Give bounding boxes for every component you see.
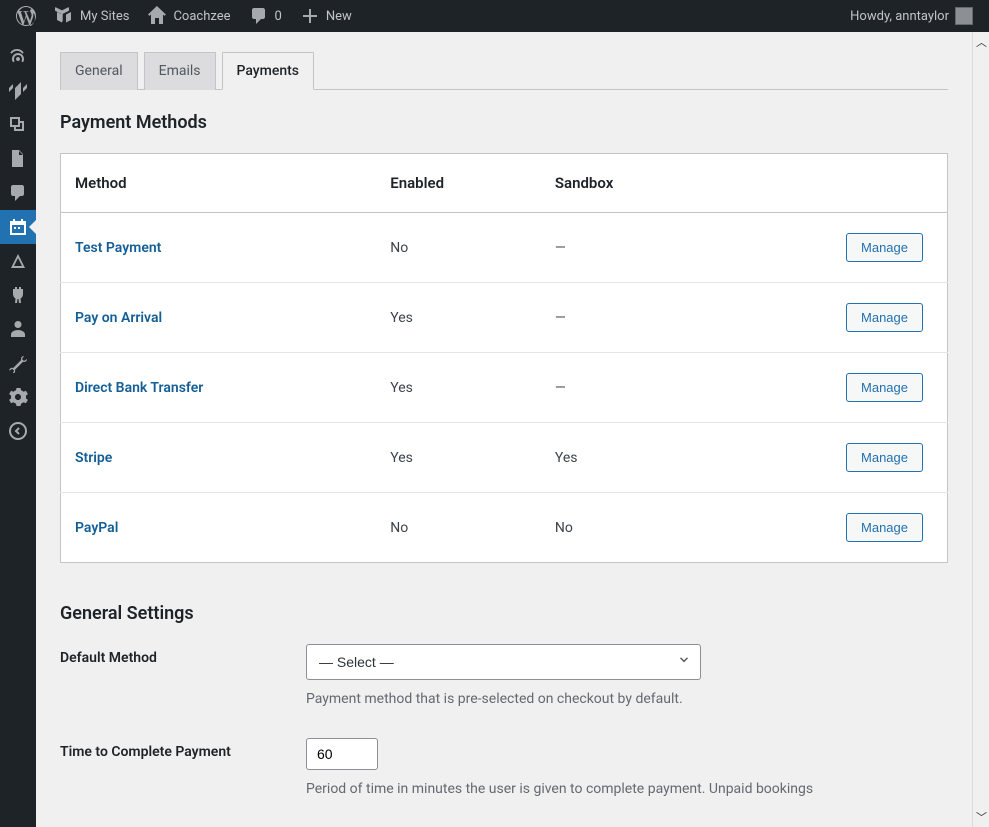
col-method: Method bbox=[61, 154, 377, 213]
default-method-select[interactable]: — Select — bbox=[306, 644, 701, 680]
new-label: New bbox=[326, 9, 352, 24]
sidebar-dashboard[interactable] bbox=[0, 40, 36, 74]
wordpress-icon bbox=[16, 6, 36, 26]
sidebar-appearance[interactable] bbox=[0, 244, 36, 278]
tab-emails[interactable]: Emails bbox=[144, 52, 216, 90]
sidebar-comments[interactable] bbox=[0, 176, 36, 210]
manage-button[interactable]: Manage bbox=[846, 303, 923, 332]
admin-bar: My Sites Coachzee 0 New Howdy, anntaylor bbox=[0, 0, 989, 32]
sandbox-cell: — bbox=[541, 283, 715, 353]
comments-count: 0 bbox=[275, 9, 282, 24]
sidebar-collapse[interactable] bbox=[0, 414, 36, 448]
sidebar-posts[interactable] bbox=[0, 74, 36, 108]
payment-methods-heading: Payment Methods bbox=[60, 112, 948, 133]
method-link[interactable]: PayPal bbox=[75, 520, 118, 536]
sidebar-users[interactable] bbox=[0, 312, 36, 346]
sandbox-cell: No bbox=[541, 493, 715, 563]
table-row: Pay on Arrival Yes— Manage bbox=[61, 283, 948, 353]
default-method-help: Payment method that is pre-selected on c… bbox=[306, 690, 948, 710]
admin-sidebar bbox=[0, 32, 36, 827]
comments-link[interactable]: 0 bbox=[241, 0, 290, 32]
wp-logo[interactable] bbox=[8, 0, 44, 32]
sidebar-plugins[interactable] bbox=[0, 278, 36, 312]
admin-multisite-icon bbox=[54, 6, 74, 26]
col-enabled: Enabled bbox=[376, 154, 541, 213]
sidebar-settings[interactable] bbox=[0, 380, 36, 414]
settings-tabs: General Emails Payments bbox=[60, 52, 948, 90]
default-method-label: Default Method bbox=[60, 644, 276, 666]
enabled-cell: Yes bbox=[376, 423, 541, 493]
table-row: Test Payment No— Manage bbox=[61, 213, 948, 283]
col-actions bbox=[715, 154, 948, 213]
general-settings-heading: General Settings bbox=[60, 603, 948, 624]
col-sandbox: Sandbox bbox=[541, 154, 715, 213]
time-complete-row: Time to Complete Payment Period of time … bbox=[60, 738, 948, 800]
method-link[interactable]: Pay on Arrival bbox=[75, 310, 162, 326]
table-row: Stripe YesYes Manage bbox=[61, 423, 948, 493]
enabled-cell: Yes bbox=[376, 353, 541, 423]
table-row: PayPal NoNo Manage bbox=[61, 493, 948, 563]
howdy-text: Howdy, anntaylor bbox=[850, 9, 949, 24]
sidebar-bookings[interactable] bbox=[0, 210, 36, 244]
sandbox-cell: Yes bbox=[541, 423, 715, 493]
admin-home-icon bbox=[147, 6, 167, 26]
tab-payments[interactable]: Payments bbox=[222, 52, 315, 90]
tab-general[interactable]: General bbox=[60, 52, 138, 90]
method-link[interactable]: Direct Bank Transfer bbox=[75, 380, 203, 396]
manage-button[interactable]: Manage bbox=[846, 373, 923, 402]
sandbox-cell: — bbox=[541, 353, 715, 423]
sidebar-media[interactable] bbox=[0, 108, 36, 142]
scroll-down-icon[interactable]: ﹀ bbox=[976, 809, 987, 825]
method-link[interactable]: Stripe bbox=[75, 450, 112, 466]
comments-icon bbox=[249, 6, 269, 26]
my-sites-link[interactable]: My Sites bbox=[46, 0, 137, 32]
new-content-link[interactable]: New bbox=[292, 0, 360, 32]
manage-button[interactable]: Manage bbox=[846, 233, 923, 262]
my-sites-label: My Sites bbox=[80, 9, 129, 24]
sidebar-pages[interactable] bbox=[0, 142, 36, 176]
site-name-label: Coachzee bbox=[173, 9, 230, 24]
scrollbar[interactable]: ︿ ﹀ bbox=[972, 32, 989, 827]
account-link[interactable]: Howdy, anntaylor bbox=[842, 0, 981, 32]
time-complete-input[interactable] bbox=[306, 738, 378, 770]
time-complete-help: Period of time in minutes the user is gi… bbox=[306, 780, 948, 800]
sidebar-tools[interactable] bbox=[0, 346, 36, 380]
enabled-cell: No bbox=[376, 213, 541, 283]
enabled-cell: Yes bbox=[376, 283, 541, 353]
plus-icon bbox=[300, 6, 320, 26]
payment-methods-table: Method Enabled Sandbox Test PaymentNo—Ma… bbox=[60, 153, 948, 563]
manage-button[interactable]: Manage bbox=[846, 443, 923, 472]
manage-button[interactable]: Manage bbox=[846, 513, 923, 542]
site-name-link[interactable]: Coachzee bbox=[139, 0, 238, 32]
method-link[interactable]: Test Payment bbox=[75, 240, 161, 256]
default-method-row: Default Method — Select — Payment method… bbox=[60, 644, 948, 710]
time-complete-label: Time to Complete Payment bbox=[60, 738, 276, 760]
enabled-cell: No bbox=[376, 493, 541, 563]
scroll-up-icon[interactable]: ︿ bbox=[976, 34, 987, 50]
table-row: Direct Bank Transfer Yes— Manage bbox=[61, 353, 948, 423]
avatar bbox=[955, 7, 973, 25]
sandbox-cell: — bbox=[541, 213, 715, 283]
